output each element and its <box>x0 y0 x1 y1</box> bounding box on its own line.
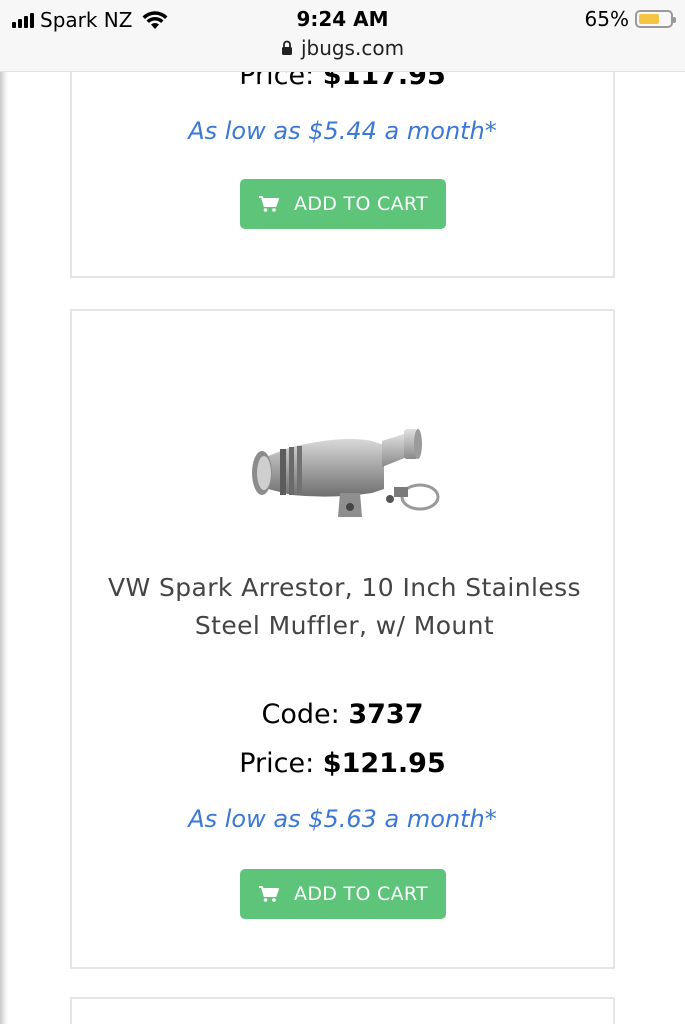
product-title-line: Steel Muffler, w/ Mount <box>194 611 495 640</box>
product-title-link[interactable]: VW Spark Arrestor, 10 Inch Stainless Ste… <box>82 569 607 645</box>
add-to-cart-label: ADD TO CART <box>294 883 428 905</box>
product-card: Price: $117.95 As low as $5.44 a month* … <box>70 40 615 278</box>
address-bar[interactable]: jbugs.com <box>0 36 685 60</box>
price-label: Price: <box>239 748 315 779</box>
product-card <box>70 997 615 1024</box>
clock-time: 9:24 AM <box>296 7 389 31</box>
status-right: 65% <box>584 7 676 31</box>
battery-percent: 65% <box>584 7 629 31</box>
product-card: VW Spark Arrestor, 10 Inch Stainless Ste… <box>70 309 615 969</box>
shopping-cart-icon <box>259 196 280 212</box>
product-image[interactable] <box>232 349 457 559</box>
battery-level-fill <box>639 14 659 24</box>
code-label: Code: <box>261 699 340 730</box>
battery-icon <box>635 10 676 28</box>
product-code: Code: 3737 <box>72 699 613 730</box>
code-value: 3737 <box>348 699 424 730</box>
add-to-cart-button[interactable]: ADD TO CART <box>240 179 446 229</box>
shopping-cart-icon <box>259 886 280 902</box>
monthly-financing-link[interactable]: As low as $5.63 a month* <box>72 805 613 833</box>
add-to-cart-button[interactable]: ADD TO CART <box>240 869 446 919</box>
url-text: jbugs.com <box>300 36 405 60</box>
status-bar: Spark NZ 9:24 AM 65% jbugs.com <box>0 0 685 72</box>
price-line: Price: $121.95 <box>72 748 613 779</box>
scroll-edge-shadow <box>0 72 8 1024</box>
add-to-cart-label: ADD TO CART <box>294 193 428 215</box>
product-title-line: VW Spark Arrestor, 10 Inch Stainless <box>108 573 581 602</box>
browser-page: Spark NZ 9:24 AM 65% jbugs.com Price: $1… <box>0 0 685 1024</box>
monthly-financing-link[interactable]: As low as $5.44 a month* <box>72 117 613 145</box>
price-value: $121.95 <box>322 748 446 779</box>
lock-icon <box>281 40 292 55</box>
